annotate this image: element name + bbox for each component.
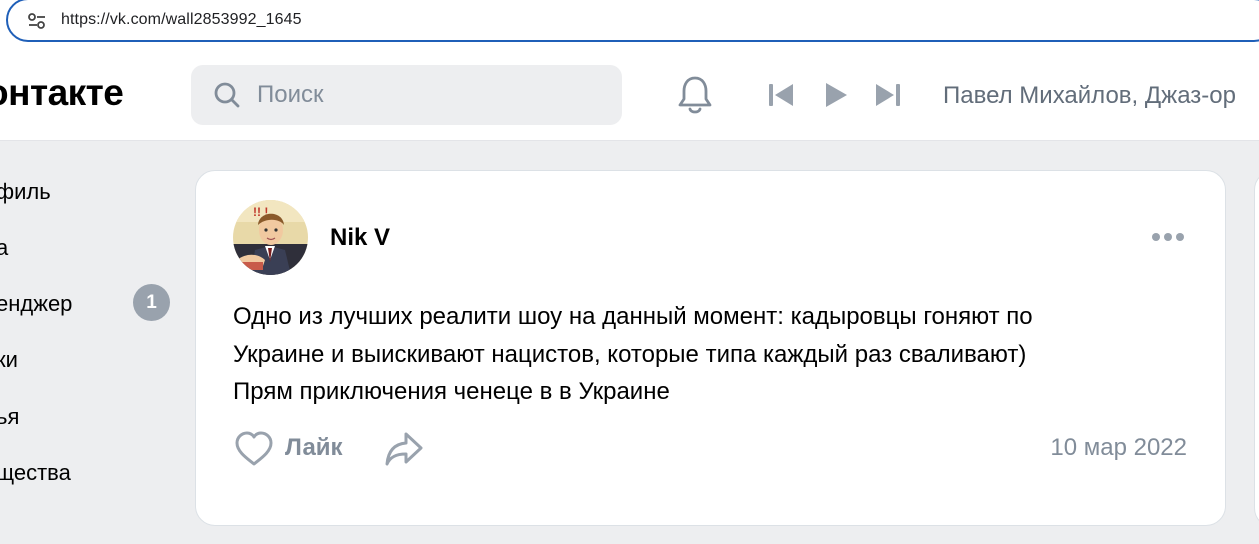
post-card: !! ! Nik V Одно из лучших реалити шоу на… <box>195 170 1226 526</box>
sidebar-item-news[interactable]: а <box>0 235 8 261</box>
side-card <box>1254 170 1259 528</box>
url-text[interactable]: https://vk.com/wall2853992_1645 <box>61 11 302 29</box>
heart-icon <box>235 431 273 466</box>
site-header: онтакте Павел Михайлов, Джаз-ор <box>0 46 1259 141</box>
skip-next-icon[interactable] <box>873 82 903 108</box>
address-bar[interactable]: https://vk.com/wall2853992_1645 <box>6 0 1259 42</box>
player-track-title[interactable]: Павел Михайлов, Джаз-ор <box>943 82 1236 110</box>
messenger-unread-badge: 1 <box>133 284 170 321</box>
post-text-line: Украине и выискивают нацистов, которые т… <box>233 340 1027 368</box>
post-text: Одно из лучших реалити шоу на данный мом… <box>233 298 1193 411</box>
like-button[interactable]: Лайк <box>234 429 364 469</box>
sidebar-item-communities[interactable]: щества <box>0 460 71 486</box>
bell-icon[interactable] <box>676 74 714 116</box>
search-input[interactable] <box>257 65 597 125</box>
post-author[interactable]: Nik V <box>330 224 390 252</box>
sidebar-item-messenger[interactable]: енджер <box>0 291 72 317</box>
share-icon[interactable] <box>384 431 424 467</box>
search-icon <box>214 82 240 108</box>
vk-logo[interactable]: онтакте <box>0 72 124 114</box>
sidebar-item-profile[interactable]: филь <box>0 179 51 205</box>
more-options-icon[interactable] <box>1151 231 1185 243</box>
post-text-line: Одно из лучших реалити шоу на данный мом… <box>233 303 1033 330</box>
sidebar-item-calls[interactable]: ки <box>0 347 18 373</box>
search-box[interactable] <box>191 65 622 125</box>
like-label: Лайк <box>285 434 343 461</box>
post-text-line: Прям приключения ченеце в в Украине <box>233 378 670 405</box>
avatar[interactable]: !! ! <box>233 200 308 275</box>
play-icon[interactable] <box>823 82 849 108</box>
skip-previous-icon[interactable] <box>766 82 796 108</box>
sidebar-item-friends[interactable]: ья <box>0 404 19 430</box>
post-date[interactable]: 10 мар 2022 <box>1050 434 1187 462</box>
tune-icon[interactable] <box>26 10 48 32</box>
browser-toolbar: https://vk.com/wall2853992_1645 <box>0 0 1259 46</box>
